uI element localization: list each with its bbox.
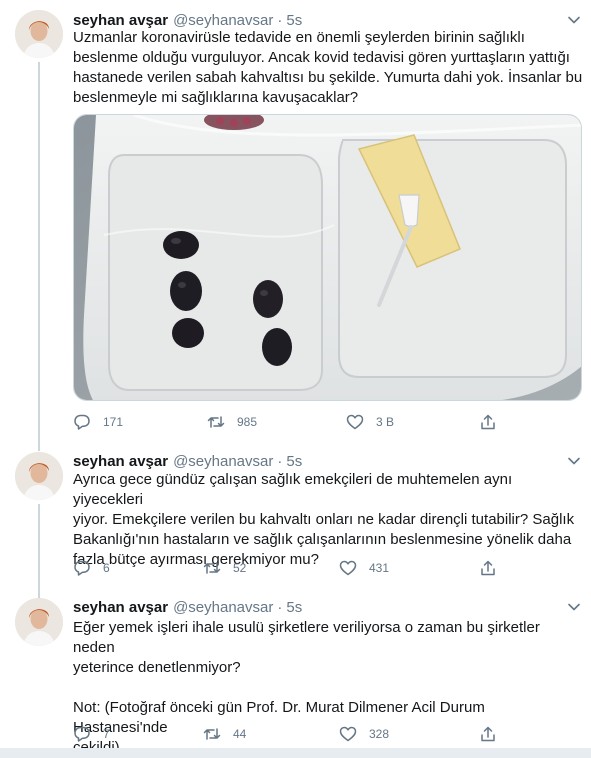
- tweet-text-line: Uzmanlar koronavirüsle tedavide en öneml…: [73, 29, 525, 46]
- timestamp[interactable]: 5s: [286, 599, 302, 616]
- heart-icon: [346, 414, 364, 430]
- like-count: 3 B: [376, 415, 395, 429]
- avatar[interactable]: [15, 10, 63, 58]
- retweet-button[interactable]: 52: [203, 558, 246, 578]
- tweet-2[interactable]: seyhan avşar @seyhanavsar · 5s Ayrıca ge…: [0, 446, 591, 590]
- tweet-1[interactable]: seyhan avşar @seyhanavsar · 5s Uzmanlar …: [0, 0, 591, 446]
- author-handle[interactable]: @seyhanavsar: [173, 12, 273, 29]
- share-icon: [481, 726, 495, 742]
- share-button[interactable]: [479, 412, 497, 432]
- share-icon: [481, 414, 495, 430]
- retweet-icon: [207, 416, 225, 428]
- retweet-icon: [203, 728, 221, 740]
- reply-count: 6: [103, 561, 110, 575]
- tweet-photo[interactable]: [73, 114, 582, 401]
- avatar[interactable]: [15, 452, 63, 500]
- retweet-button[interactable]: 985: [207, 412, 257, 432]
- tweet-text-line: beslenme olduğu vurguluyor. Ancak kovid …: [73, 49, 570, 66]
- bottom-divider: [0, 748, 591, 758]
- reply-count: 7: [103, 727, 110, 741]
- tweet-text: Uzmanlar koronavirüsle tedavide en öneml…: [73, 28, 583, 108]
- tweet-header: seyhan avşar @seyhanavsar · 5s: [73, 10, 302, 30]
- reply-icon: [74, 414, 90, 430]
- avatar[interactable]: [15, 598, 63, 646]
- tweet-actions: 6 52 431: [73, 558, 513, 578]
- chevron-down-icon[interactable]: [567, 600, 581, 614]
- share-button[interactable]: [479, 724, 497, 744]
- tweet-header: seyhan avşar @seyhanavsar · 5s: [73, 597, 302, 617]
- share-button[interactable]: [479, 558, 497, 578]
- tweet-text-line: hastanede verilen sabah kahvaltısı bu şe…: [73, 69, 583, 86]
- author-handle[interactable]: @seyhanavsar: [173, 599, 273, 616]
- chevron-down-icon[interactable]: [567, 13, 581, 27]
- tweet-text-line: Ayrıca gece gündüz çalışan sağlık emekçi…: [73, 471, 513, 508]
- tweet-text-line: beslenmeyle mi sağlıklarına kavuşacaklar…: [73, 89, 359, 106]
- tweet-text-line: Eğer yemek işleri ihale usulü şirketlere…: [73, 619, 540, 656]
- timestamp[interactable]: 5s: [286, 12, 302, 29]
- heart-icon: [339, 726, 357, 742]
- thread-line: [38, 504, 40, 590]
- retweet-count: 985: [237, 415, 258, 429]
- retweet-count: 52: [233, 561, 247, 575]
- reply-icon: [74, 726, 90, 742]
- retweet-icon: [203, 562, 221, 574]
- retweet-count: 44: [233, 727, 247, 741]
- tweet-text-line: yeterince denetlenmiyor?: [73, 659, 241, 676]
- tweet-actions: 171 985 3 B: [73, 412, 513, 432]
- author-name[interactable]: seyhan avşar: [73, 453, 168, 470]
- like-button[interactable]: 328: [339, 724, 389, 744]
- reply-icon: [74, 560, 90, 576]
- like-count: 431: [369, 561, 390, 575]
- separator-dot: ·: [277, 11, 283, 29]
- reply-button[interactable]: 6: [73, 558, 110, 578]
- separator-dot: ·: [277, 452, 283, 470]
- timestamp[interactable]: 5s: [286, 453, 302, 470]
- thread-line: [38, 590, 40, 598]
- tweet-text: Ayrıca gece gündüz çalışan sağlık emekçi…: [73, 470, 583, 570]
- tweet-text-line: yiyor. Emekçilere verilen bu kahvaltı on…: [73, 511, 575, 528]
- tweet-actions: 7 44 328: [73, 724, 513, 744]
- chevron-down-icon[interactable]: [567, 454, 581, 468]
- thread-line: [38, 62, 40, 446]
- author-name[interactable]: seyhan avşar: [73, 599, 168, 616]
- tweet-3[interactable]: seyhan avşar @seyhanavsar · 5s Eğer yeme…: [0, 590, 591, 756]
- tweet-text-line: Bakanlığı'nın hastaların ve sağlık çalış…: [73, 531, 572, 548]
- reply-button[interactable]: 171: [73, 412, 123, 432]
- reply-button[interactable]: 7: [73, 724, 110, 744]
- like-button[interactable]: 431: [339, 558, 389, 578]
- retweet-button[interactable]: 44: [203, 724, 246, 744]
- thread-line: [38, 446, 40, 451]
- author-name[interactable]: seyhan avşar: [73, 12, 168, 29]
- like-count: 328: [369, 727, 390, 741]
- separator-dot: ·: [277, 598, 283, 616]
- reply-count: 171: [103, 415, 124, 429]
- heart-icon: [339, 560, 357, 576]
- tweet-header: seyhan avşar @seyhanavsar · 5s: [73, 451, 302, 471]
- author-handle[interactable]: @seyhanavsar: [173, 453, 273, 470]
- share-icon: [481, 560, 495, 576]
- like-button[interactable]: 3 B: [346, 412, 394, 432]
